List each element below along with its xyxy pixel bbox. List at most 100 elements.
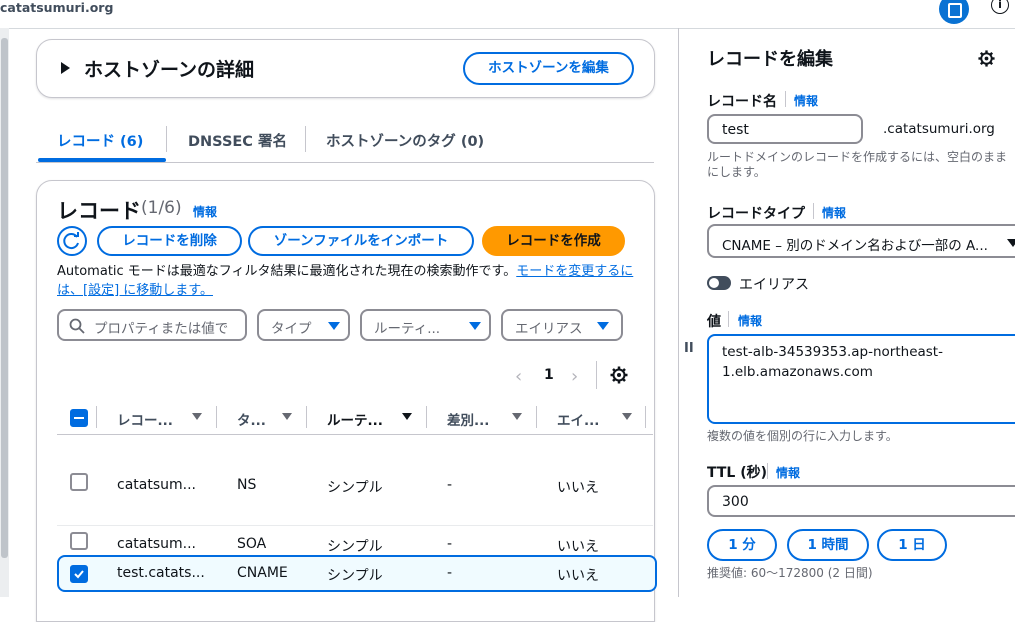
search-mode-text: Automatic モードは最適なフィルタ結果に最適化された現在の検索動作です。 (57, 264, 517, 279)
import-zone-file-button[interactable]: ゾーンファイルをインポート (248, 226, 474, 256)
tabs-baseline (36, 162, 654, 163)
row-alias: いいえ (557, 480, 599, 496)
sort-icon[interactable] (282, 413, 292, 420)
sort-icon[interactable] (512, 413, 522, 420)
table-settings-gear-icon[interactable] (609, 365, 629, 385)
col-header-routing[interactable]: ルーテ... (327, 409, 383, 429)
row-routing: シンプル (327, 539, 383, 555)
value-label: 値 (707, 314, 721, 330)
row-divider (57, 525, 653, 526)
col-header-type[interactable]: タ... (237, 409, 266, 429)
row-routing: シンプル (327, 568, 383, 584)
row-name[interactable]: test.catats... (117, 565, 205, 581)
sort-icon[interactable] (192, 413, 202, 420)
column-divider (96, 406, 97, 428)
value-textarea[interactable]: test-alb-34539353.ap-northeast-1.elb.ama… (707, 334, 1015, 424)
expand-caret-icon[interactable] (61, 62, 70, 74)
current-page[interactable]: 1 (544, 367, 554, 383)
tab-records[interactable]: レコード (6) (57, 130, 143, 151)
record-type-label: レコードタイプ (707, 206, 805, 222)
ttl-value: 300 (722, 494, 749, 510)
row-checkbox-checked[interactable] (70, 565, 88, 583)
alias-toggle-label[interactable]: エイリアス (739, 274, 809, 294)
pagination-divider (596, 361, 597, 389)
panel-settings-gear-icon[interactable] (977, 49, 996, 68)
edit-panel-title: レコードを編集 (707, 49, 833, 70)
edit-hosted-zone-button[interactable]: ホストゾーンを編集 (463, 52, 634, 85)
sort-icon[interactable] (622, 413, 632, 420)
info-icon[interactable]: i (991, 0, 1009, 14)
column-divider[interactable] (426, 406, 427, 428)
value-info-link[interactable]: 情報 (738, 312, 762, 329)
search-placeholder: プロパティまたは値で (94, 321, 229, 337)
row-alias: いいえ (557, 539, 599, 555)
panel-toggle-button[interactable] (939, 0, 969, 24)
hosted-zone-details-title[interactable]: ホストゾーンの詳細 (84, 55, 254, 82)
header-divider (57, 434, 653, 435)
panel-icon (948, 3, 962, 18)
ttl-label: TTL (秒) (707, 465, 768, 481)
delete-record-button[interactable]: レコードを削除 (97, 226, 242, 256)
alias-filter-label: エイリアス (515, 321, 583, 337)
type-filter-select[interactable]: タイプ (257, 309, 350, 341)
row-checkbox[interactable] (70, 532, 88, 550)
search-icon (69, 318, 85, 334)
ttl-info-link[interactable]: 情報 (776, 464, 800, 481)
resize-handle-icon[interactable]: II (684, 341, 694, 356)
record-name-info-link[interactable]: 情報 (794, 92, 818, 109)
ttl-1-hour-button[interactable]: 1 時間 (787, 529, 869, 561)
sort-active-icon[interactable] (402, 413, 412, 420)
tab-hosted-zone-tags[interactable]: ホストゾーンのタグ (0) (326, 130, 484, 151)
ttl-recommendation: 推奨値: 60～172800 (2 日間) (707, 566, 873, 580)
column-divider[interactable] (645, 406, 646, 428)
value-hint: 複数の値を個別の行に入力します。 (707, 429, 898, 443)
records-info-link[interactable]: 情報 (193, 203, 217, 220)
value-text: test-alb-34539353.ap-northeast-1.elb.ama… (722, 344, 943, 380)
refresh-button[interactable] (57, 226, 87, 256)
ttl-1-minute-button[interactable]: 1 分 (707, 529, 777, 561)
column-divider[interactable] (216, 406, 217, 428)
column-divider[interactable] (306, 406, 307, 428)
col-header-name[interactable]: レコー... (117, 409, 173, 429)
type-filter-label: タイプ (271, 321, 312, 337)
column-divider[interactable] (536, 406, 537, 428)
row-name[interactable]: catatsum... (117, 477, 196, 493)
search-input[interactable]: プロパティまたは値で (57, 309, 247, 341)
ttl-input[interactable]: 300 (707, 485, 1015, 517)
tab-dnssec[interactable]: DNSSEC 署名 (188, 130, 287, 151)
row-differentiator: - (447, 536, 453, 552)
alias-filter-select[interactable]: エイリアス (501, 309, 623, 341)
col-header-differentiator[interactable]: 差別... (447, 409, 489, 429)
record-name-value: test (722, 122, 749, 138)
scrollbar-thumb[interactable] (1, 38, 8, 558)
record-name-input[interactable]: test (707, 114, 863, 144)
row-name[interactable]: catatsum... (117, 536, 196, 552)
left-scrollbar[interactable] (0, 28, 9, 597)
alias-toggle[interactable] (707, 276, 731, 290)
browser-bar: catatsumuri.org i (0, 0, 1015, 29)
tab-divider (305, 126, 306, 152)
chevron-down-icon (597, 322, 609, 330)
next-page-icon[interactable]: › (571, 366, 578, 387)
record-type-select[interactable]: CNAME – 別のドメイン名および一部の A... (707, 224, 1015, 258)
ttl-1-day-button[interactable]: 1 日 (877, 529, 947, 561)
record-type-value: CNAME – 別のドメイン名および一部の A... (722, 238, 988, 254)
select-all-checkbox[interactable] (70, 409, 88, 427)
hosted-zone-details-card: ホストゾーンの詳細 ホストゾーンを編集 (36, 39, 655, 98)
col-header-alias[interactable]: エイ... (557, 409, 599, 429)
panel-divider (678, 28, 679, 597)
row-checkbox[interactable] (70, 473, 88, 491)
row-differentiator: - (447, 565, 453, 581)
search-mode-note: Automatic モードは最適なフィルタ結果に最適化された現在の検索動作です。… (57, 262, 635, 300)
routing-filter-label: ルーティ... (374, 321, 441, 337)
chevron-down-icon (328, 322, 340, 330)
routing-filter-select[interactable]: ルーティ... (360, 309, 491, 341)
row-differentiator: - (447, 477, 453, 493)
prev-page-icon[interactable]: ‹ (515, 366, 522, 387)
chevron-down-icon (1007, 239, 1015, 247)
record-type-info-link[interactable]: 情報 (822, 204, 846, 221)
row-type: CNAME (237, 565, 288, 581)
domain-suffix: .catatsumuri.org (883, 121, 995, 137)
create-record-button[interactable]: レコードを作成 (482, 226, 625, 256)
row-type: NS (237, 477, 257, 493)
